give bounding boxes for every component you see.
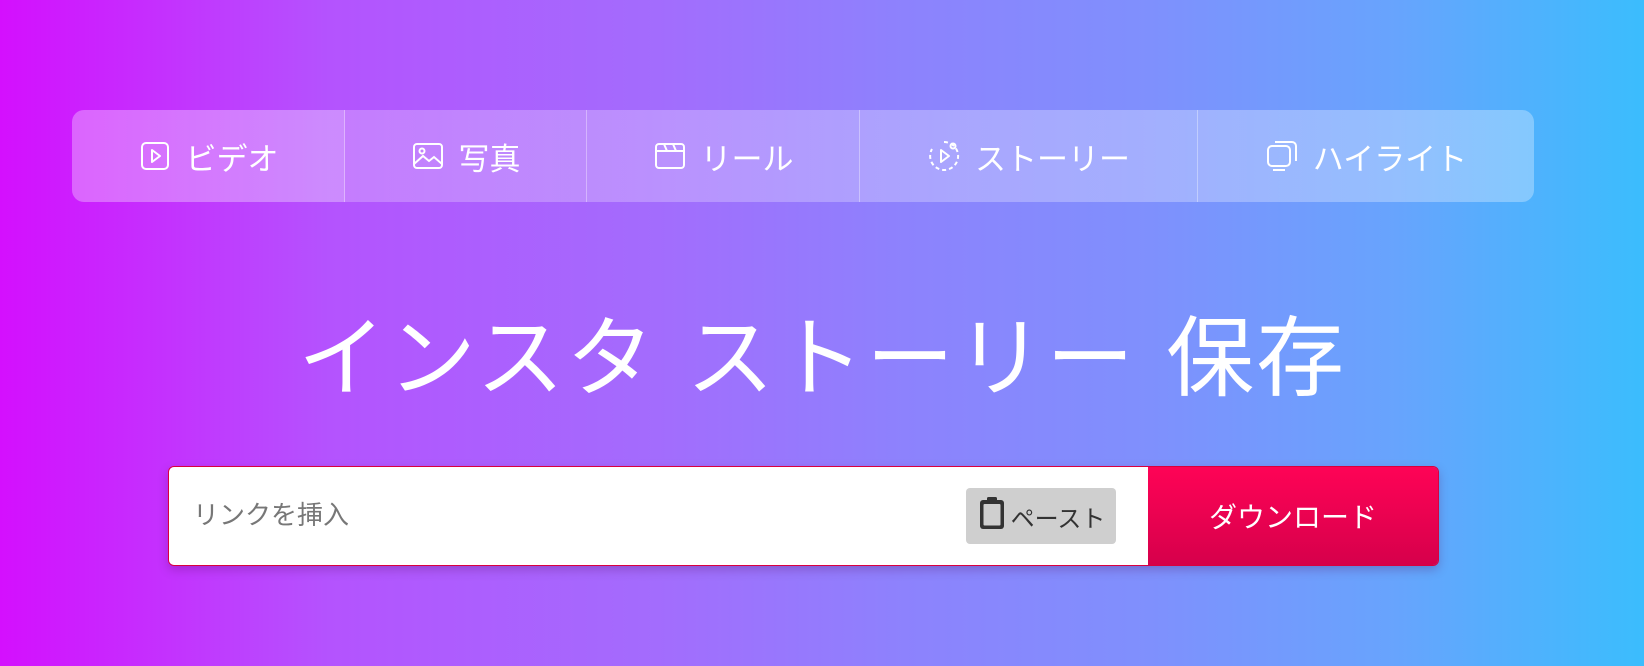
tab-story-label: ストーリー — [975, 141, 1130, 178]
highlight-icon — [1265, 139, 1299, 173]
link-field-wrapper: ペースト — [169, 467, 1148, 565]
paste-label: ペースト — [1010, 504, 1106, 533]
video-play-icon — [138, 139, 172, 173]
photo-icon — [411, 139, 445, 173]
tab-story[interactable]: ストーリー — [860, 110, 1198, 202]
tab-photo-label: 写真 — [458, 141, 521, 178]
reel-icon — [653, 139, 687, 173]
tab-photo[interactable]: 写真 — [345, 110, 587, 202]
story-icon — [927, 139, 961, 173]
download-form: ペースト ダウンロード — [168, 466, 1439, 566]
tab-highlight-label: ハイライト — [1312, 141, 1468, 178]
download-button[interactable]: ダウンロード — [1148, 467, 1438, 565]
paste-button[interactable]: ペースト — [966, 488, 1116, 544]
tab-highlight[interactable]: ハイライト — [1198, 110, 1534, 202]
clipboard-icon — [977, 495, 1007, 537]
page-title: インスタ ストーリー 保存 — [297, 307, 1347, 410]
tab-reel-label: リール — [700, 141, 794, 178]
tab-video-label: ビデオ — [185, 141, 279, 178]
tab-reel[interactable]: リール — [587, 110, 860, 202]
media-type-tabs: ビデオ 写真 リール ストーリー ハイライト — [72, 110, 1534, 202]
tab-video[interactable]: ビデオ — [72, 110, 345, 202]
